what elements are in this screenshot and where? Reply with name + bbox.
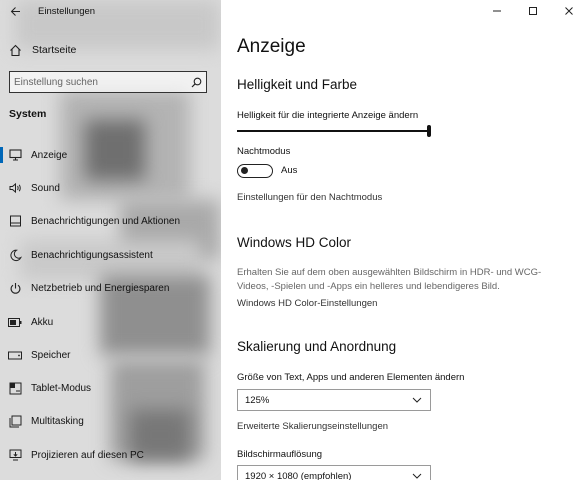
close-icon bbox=[565, 7, 573, 15]
hd-color-description-line2: Videos, -Spielen und -Apps ein helleres … bbox=[237, 281, 500, 292]
notification-icon bbox=[0, 215, 30, 227]
brightness-slider-track[interactable] bbox=[237, 130, 429, 132]
project-icon bbox=[0, 449, 30, 461]
storage-icon bbox=[0, 351, 30, 360]
home-icon bbox=[0, 44, 30, 57]
sidebar-item-benachrichtigungen[interactable]: Benachrichtigungen und Aktionen bbox=[0, 208, 221, 234]
sidebar-item-label: Sound bbox=[31, 182, 60, 194]
multitasking-icon bbox=[0, 415, 30, 428]
sidebar-item-label: Anzeige bbox=[31, 149, 68, 161]
sidebar-section-label: System bbox=[9, 108, 47, 120]
sidebar-item-label: Tablet-Modus bbox=[31, 382, 92, 394]
minimize-icon bbox=[493, 10, 501, 12]
sidebar-item-label: Projizieren auf diesen PC bbox=[31, 449, 144, 461]
sidebar-item-label: Benachrichtigungen und Aktionen bbox=[31, 215, 181, 227]
close-button[interactable] bbox=[551, 0, 587, 22]
back-arrow-icon bbox=[10, 6, 20, 16]
night-mode-state: Aus bbox=[281, 165, 298, 176]
scaling-heading: Skalierung und Anordnung bbox=[237, 339, 397, 354]
page-title: Anzeige bbox=[237, 36, 306, 57]
search-input[interactable] bbox=[10, 73, 186, 91]
home-link[interactable]: Startseite bbox=[0, 38, 221, 62]
night-mode-settings-link[interactable]: Einstellungen für den Nachtmodus bbox=[237, 192, 382, 203]
back-button[interactable] bbox=[0, 0, 30, 22]
night-mode-label: Nachtmodus bbox=[237, 146, 291, 157]
sidebar: Einstellungen Startseite System Anzeige bbox=[0, 0, 221, 480]
hd-color-description-line1: Erhalten Sie auf dem oben ausgewählten B… bbox=[237, 267, 542, 278]
titlebar-left: Einstellungen bbox=[0, 0, 221, 22]
main-content: Anzeige Helligkeit und Farbe Helligkeit … bbox=[221, 0, 587, 480]
scale-size-dropdown[interactable]: 125% bbox=[237, 389, 431, 411]
sidebar-item-speicher[interactable]: Speicher bbox=[0, 342, 221, 368]
sidebar-item-benachrichtigungsassistent[interactable]: Benachrichtigungsassistent bbox=[0, 242, 221, 268]
hd-color-settings-link[interactable]: Windows HD Color-Einstellungen bbox=[237, 298, 377, 309]
sidebar-item-netzbetrieb[interactable]: Netzbetrieb und Energiesparen bbox=[0, 275, 221, 301]
brightness-slider-label: Helligkeit für die integrierte Anzeige ä… bbox=[237, 110, 419, 121]
maximize-icon bbox=[529, 7, 537, 15]
night-mode-toggle[interactable] bbox=[237, 164, 273, 178]
chevron-down-icon bbox=[412, 397, 422, 403]
sidebar-item-tablet-modus[interactable]: Tablet-Modus bbox=[0, 375, 221, 401]
sidebar-item-projizieren[interactable]: Projizieren auf diesen PC bbox=[0, 442, 221, 468]
toggle-knob bbox=[241, 167, 248, 175]
monitor-icon bbox=[0, 149, 30, 161]
minimize-button[interactable] bbox=[479, 0, 515, 22]
sidebar-item-label: Benachrichtigungsassistent bbox=[31, 249, 153, 261]
search-box[interactable] bbox=[9, 71, 207, 93]
speaker-icon bbox=[0, 182, 30, 194]
resolution-dropdown[interactable]: 1920 × 1080 (empfohlen) bbox=[237, 465, 431, 480]
sidebar-item-anzeige[interactable]: Anzeige bbox=[0, 142, 221, 168]
moon-icon bbox=[0, 249, 30, 262]
search-icon[interactable] bbox=[186, 77, 206, 88]
sidebar-item-akku[interactable]: Akku bbox=[0, 309, 221, 335]
app-title: Einstellungen bbox=[38, 5, 96, 17]
sidebar-item-label: Netzbetrieb und Energiesparen bbox=[31, 282, 170, 294]
window-controls bbox=[479, 0, 587, 22]
sidebar-item-label: Speicher bbox=[31, 349, 71, 361]
sidebar-item-label: Akku bbox=[31, 316, 54, 328]
scale-size-value: 125% bbox=[245, 394, 270, 406]
scale-size-label: Größe von Text, Apps und anderen Element… bbox=[237, 372, 465, 383]
resolution-value: 1920 × 1080 (empfohlen) bbox=[245, 470, 352, 480]
tablet-mode-icon bbox=[0, 382, 30, 395]
brightness-heading: Helligkeit und Farbe bbox=[237, 77, 358, 92]
battery-icon bbox=[0, 317, 30, 327]
home-label: Startseite bbox=[32, 44, 77, 56]
sidebar-item-multitasking[interactable]: Multitasking bbox=[0, 408, 221, 434]
chevron-down-icon bbox=[412, 473, 422, 479]
hd-color-heading: Windows HD Color bbox=[237, 235, 352, 250]
advanced-scaling-link[interactable]: Erweiterte Skalierungseinstellungen bbox=[237, 421, 388, 432]
resolution-label: Bildschirmauflösung bbox=[237, 449, 323, 460]
sidebar-item-label: Multitasking bbox=[31, 415, 84, 427]
brightness-slider-thumb[interactable] bbox=[427, 125, 431, 137]
sidebar-item-sound[interactable]: Sound bbox=[0, 175, 221, 201]
maximize-button[interactable] bbox=[515, 0, 551, 22]
power-icon bbox=[0, 282, 30, 295]
